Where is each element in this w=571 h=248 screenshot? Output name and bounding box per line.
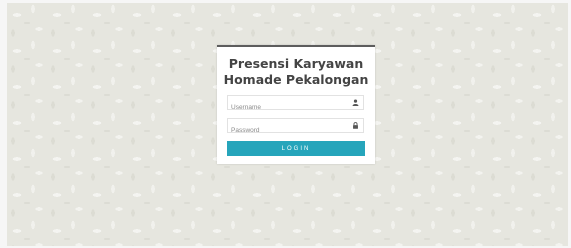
page-background: Presensi Karyawan Homade Pekalongan LOGI… bbox=[7, 3, 568, 246]
password-input[interactable] bbox=[228, 124, 346, 137]
login-title-line2: Homade Pekalongan bbox=[223, 72, 369, 87]
login-card: Presensi Karyawan Homade Pekalongan LOGI… bbox=[217, 45, 375, 164]
login-title: Presensi Karyawan Homade Pekalongan bbox=[217, 47, 375, 88]
password-field bbox=[227, 118, 364, 137]
login-title-line1: Presensi Karyawan bbox=[228, 56, 364, 71]
username-input[interactable] bbox=[228, 101, 346, 114]
user-icon bbox=[352, 99, 359, 106]
username-field bbox=[227, 95, 364, 114]
login-button[interactable]: LOGIN bbox=[227, 141, 365, 156]
lock-icon bbox=[353, 122, 358, 129]
